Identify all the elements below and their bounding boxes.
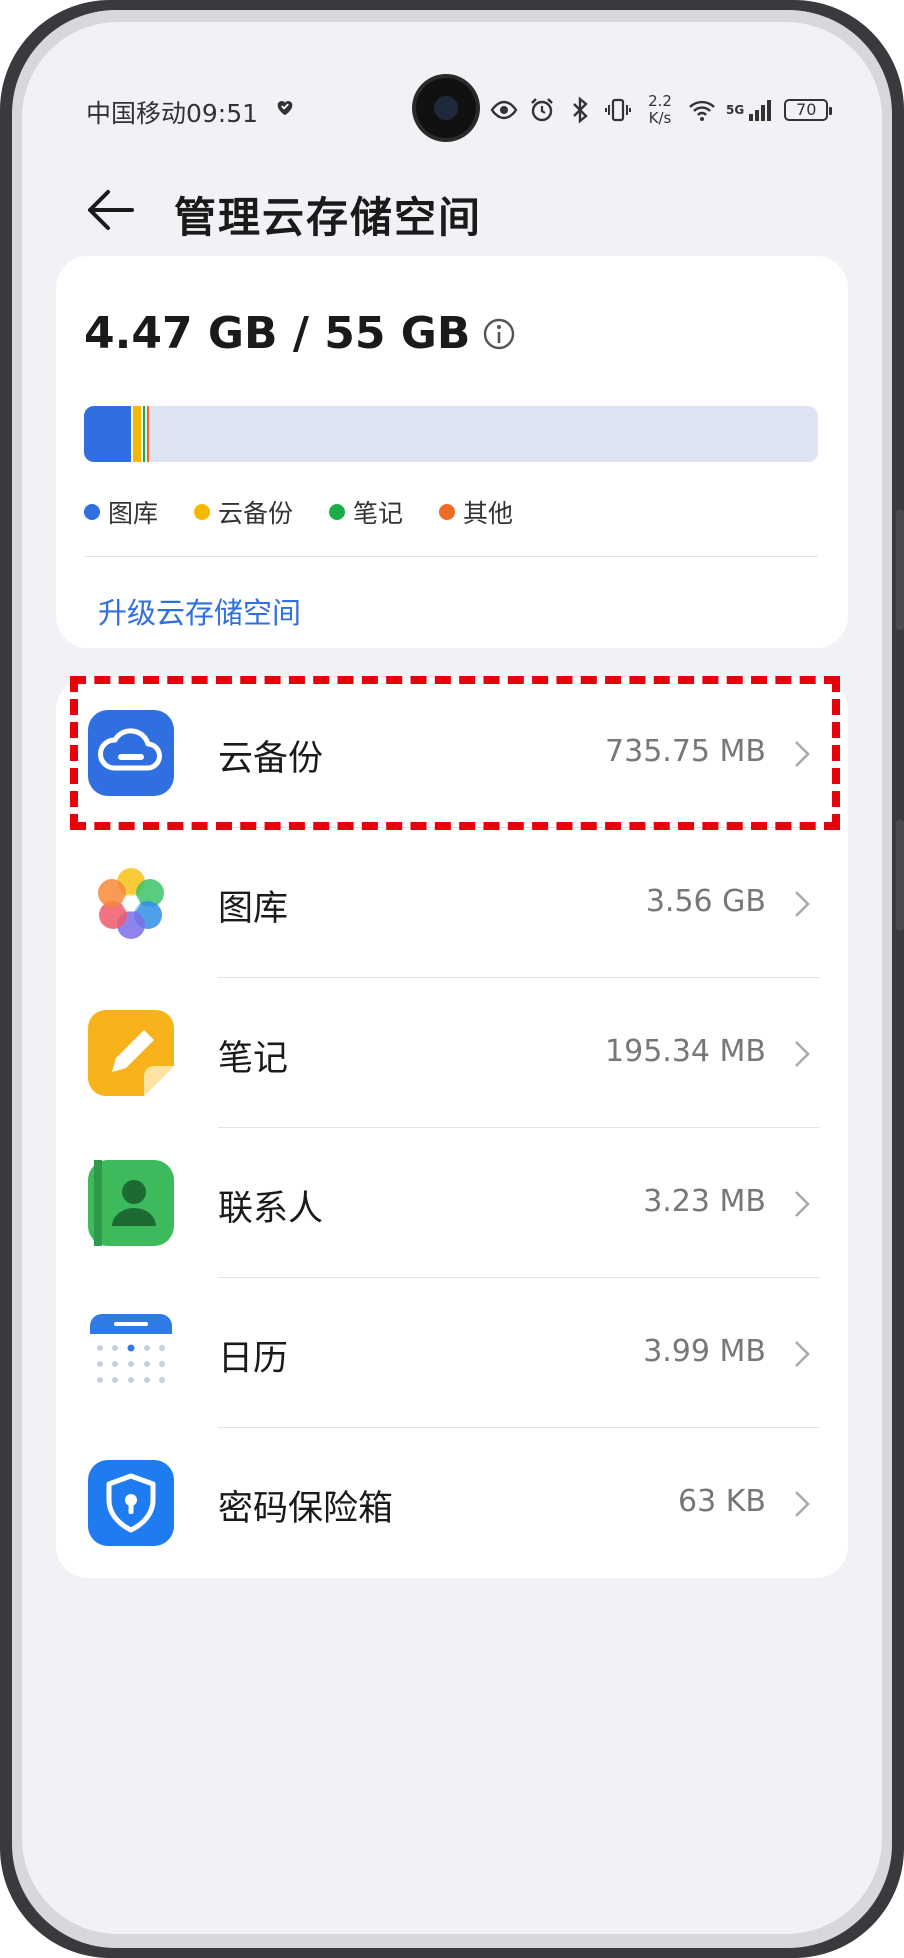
legend-label: 图库 [108,499,159,528]
item-label: 图库 [218,889,289,929]
wifi-icon [689,100,715,121]
storage-usage: 4.47 GB / 55 GB [84,308,471,359]
legend-dot [439,504,456,520]
vibrate-icon [605,98,631,122]
legend-label: 云备份 [218,499,294,528]
chevron-right-icon [795,1341,810,1367]
info-icon[interactable] [482,317,516,351]
legend-dot [194,504,211,520]
usage-segment [131,406,142,462]
storage-legend: 图库 云备份 笔记 其他 [84,494,513,530]
list-item-calendar[interactable]: 日历 3.99 MB [56,1278,848,1428]
net-speed-unit: K/s [648,109,672,127]
item-size: 3.23 MB [643,1184,766,1219]
upgrade-storage-link[interactable]: 升级云存储空间 [98,590,301,632]
item-label: 笔记 [218,1039,289,1079]
screen: 中国移动09:51 2.2 K/s 5G 70 管理云存储空间 4.47 GB … [22,22,882,1934]
item-size: 3.56 GB [645,884,766,919]
highlight-annotation [70,676,840,830]
volume-button [896,510,904,630]
legend-label: 其他 [463,499,514,528]
legend-dot [329,504,346,520]
storage-summary-card: 4.47 GB / 55 GB 图库 云备份 笔记 其他 升级云存储空间 [56,256,848,648]
item-size: 3.99 MB [643,1334,766,1369]
item-label: 日历 [218,1339,289,1379]
legend-item: 图库 [84,494,158,530]
page-title: 管理云存储空间 [174,193,483,242]
front-camera [416,78,476,138]
back-arrow-icon[interactable] [84,188,136,232]
eye-icon [490,100,518,120]
item-size: 195.34 MB [605,1034,766,1069]
legend-dot [84,504,100,520]
list-item-gallery[interactable]: 图库 3.56 GB [56,828,848,978]
chevron-right-icon [795,1191,810,1217]
card-divider [84,556,818,557]
status-icons: 2.2 K/s 5G 70 [490,92,833,128]
phone-frame: 中国移动09:51 2.2 K/s 5G 70 管理云存储空间 4.47 GB … [0,0,904,1958]
legend-item: 笔记 [329,494,403,530]
usage-segment [84,406,132,462]
chevron-right-icon [795,891,810,917]
status-bar: 中国移动09:51 2.2 K/s 5G 70 [22,22,882,152]
item-label: 联系人 [218,1189,324,1229]
alarm-icon [531,98,553,122]
cellular-signal-icon [749,100,772,121]
usage-segment [145,406,150,462]
gallery-icon [98,868,164,939]
signal-label: 5G [726,103,745,117]
legend-label: 笔记 [353,499,404,528]
storage-usage-bar [84,406,818,462]
power-button [896,820,904,930]
bluetooth-icon [573,96,588,124]
item-size: 63 KB [678,1484,766,1519]
legend-item: 其他 [439,494,513,530]
net-speed: 2.2 K/s [642,93,678,127]
heart-shield-icon [277,101,293,116]
usage-row: 4.47 GB / 55 GB [84,308,516,359]
net-speed-value: 2.2 [648,92,672,110]
list-item-password-vault[interactable]: 密码保险箱 63 KB [56,1428,848,1578]
app-bar: 管理云存储空间 [22,172,882,252]
carrier-time: 中国移动09:51 [86,99,259,128]
item-label: 密码保险箱 [218,1489,394,1529]
list-item-notes[interactable]: 笔记 195.34 MB [56,978,848,1128]
list-item-contacts[interactable]: 联系人 3.23 MB [56,1128,848,1278]
calendar-icon [90,1314,172,1383]
chevron-right-icon [795,1041,810,1067]
battery-indicator: 70 [784,99,833,121]
chevron-right-icon [795,1491,810,1517]
password-vault-icon [88,1460,174,1546]
legend-item: 云备份 [194,494,293,530]
contacts-icon [88,1160,174,1246]
notes-icon [88,1010,174,1096]
